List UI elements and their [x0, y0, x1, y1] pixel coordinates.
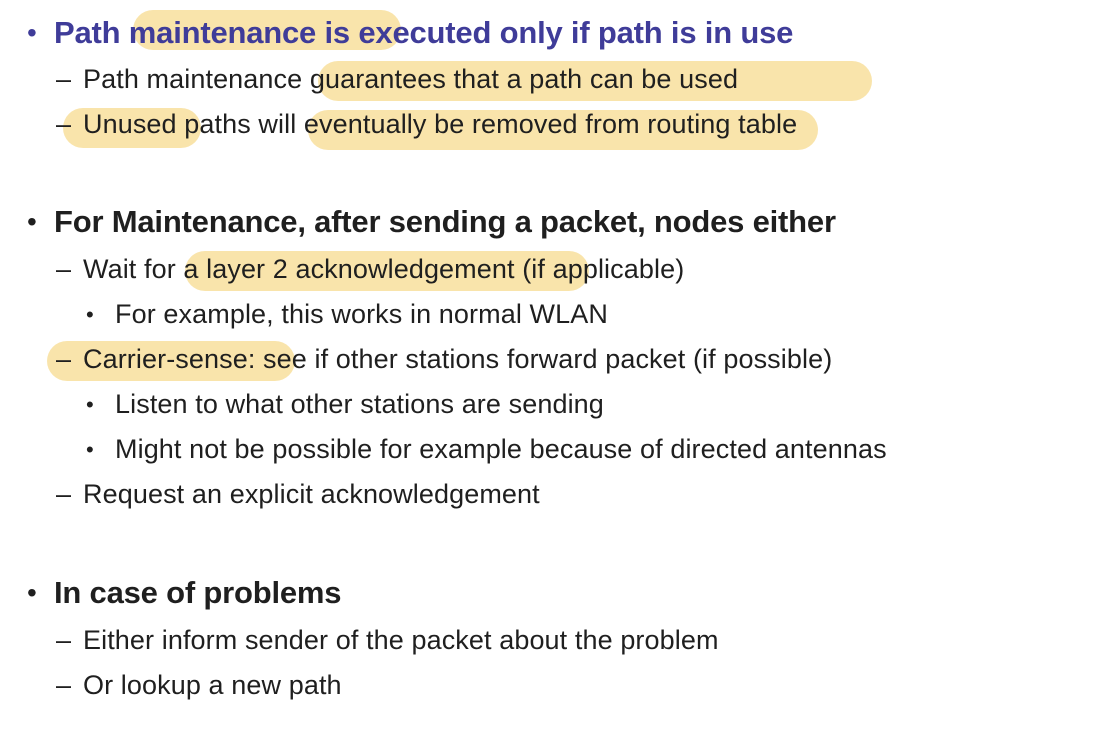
heading-text: In case of problems: [54, 575, 342, 610]
bullet-marker: •: [27, 577, 37, 608]
list-item-text: Unused paths will eventually be removed …: [83, 109, 798, 139]
dash-marker: –: [56, 109, 72, 139]
slide: • Path maintenance is executed only if p…: [0, 0, 1093, 740]
list-item-text: Wait for a layer 2 acknowledgement (if a…: [83, 254, 685, 284]
heading-text: For Maintenance, after sending a packet,…: [54, 204, 836, 239]
dash-marker: –: [56, 479, 72, 509]
dash-marker: –: [56, 670, 72, 700]
bullet-marker: •: [27, 17, 37, 48]
list-item-text: Either inform sender of the packet about…: [83, 625, 719, 655]
dash-marker: –: [56, 254, 72, 284]
bullet-marker: •: [86, 392, 94, 417]
list-item-text: Path maintenance guarantees that a path …: [83, 64, 739, 94]
bullet-marker: •: [86, 437, 94, 462]
bullet-marker: •: [86, 302, 94, 327]
dash-marker: –: [56, 64, 72, 94]
list-item-text: Carrier-sense: see if other stations for…: [83, 344, 833, 374]
dash-marker: –: [56, 625, 72, 655]
sub-item-text: For example, this works in normal WLAN: [115, 299, 608, 329]
list-item-text: Or lookup a new path: [83, 670, 342, 700]
dash-marker: –: [56, 344, 72, 374]
sub-item-text: Listen to what other stations are sendin…: [115, 389, 604, 419]
list-item-text: Request an explicit acknowledgement: [83, 479, 540, 509]
bullet-marker: •: [27, 206, 37, 237]
heading-text: Path maintenance is executed only if pat…: [54, 15, 794, 50]
sub-item-text: Might not be possible for example becaus…: [115, 434, 887, 464]
